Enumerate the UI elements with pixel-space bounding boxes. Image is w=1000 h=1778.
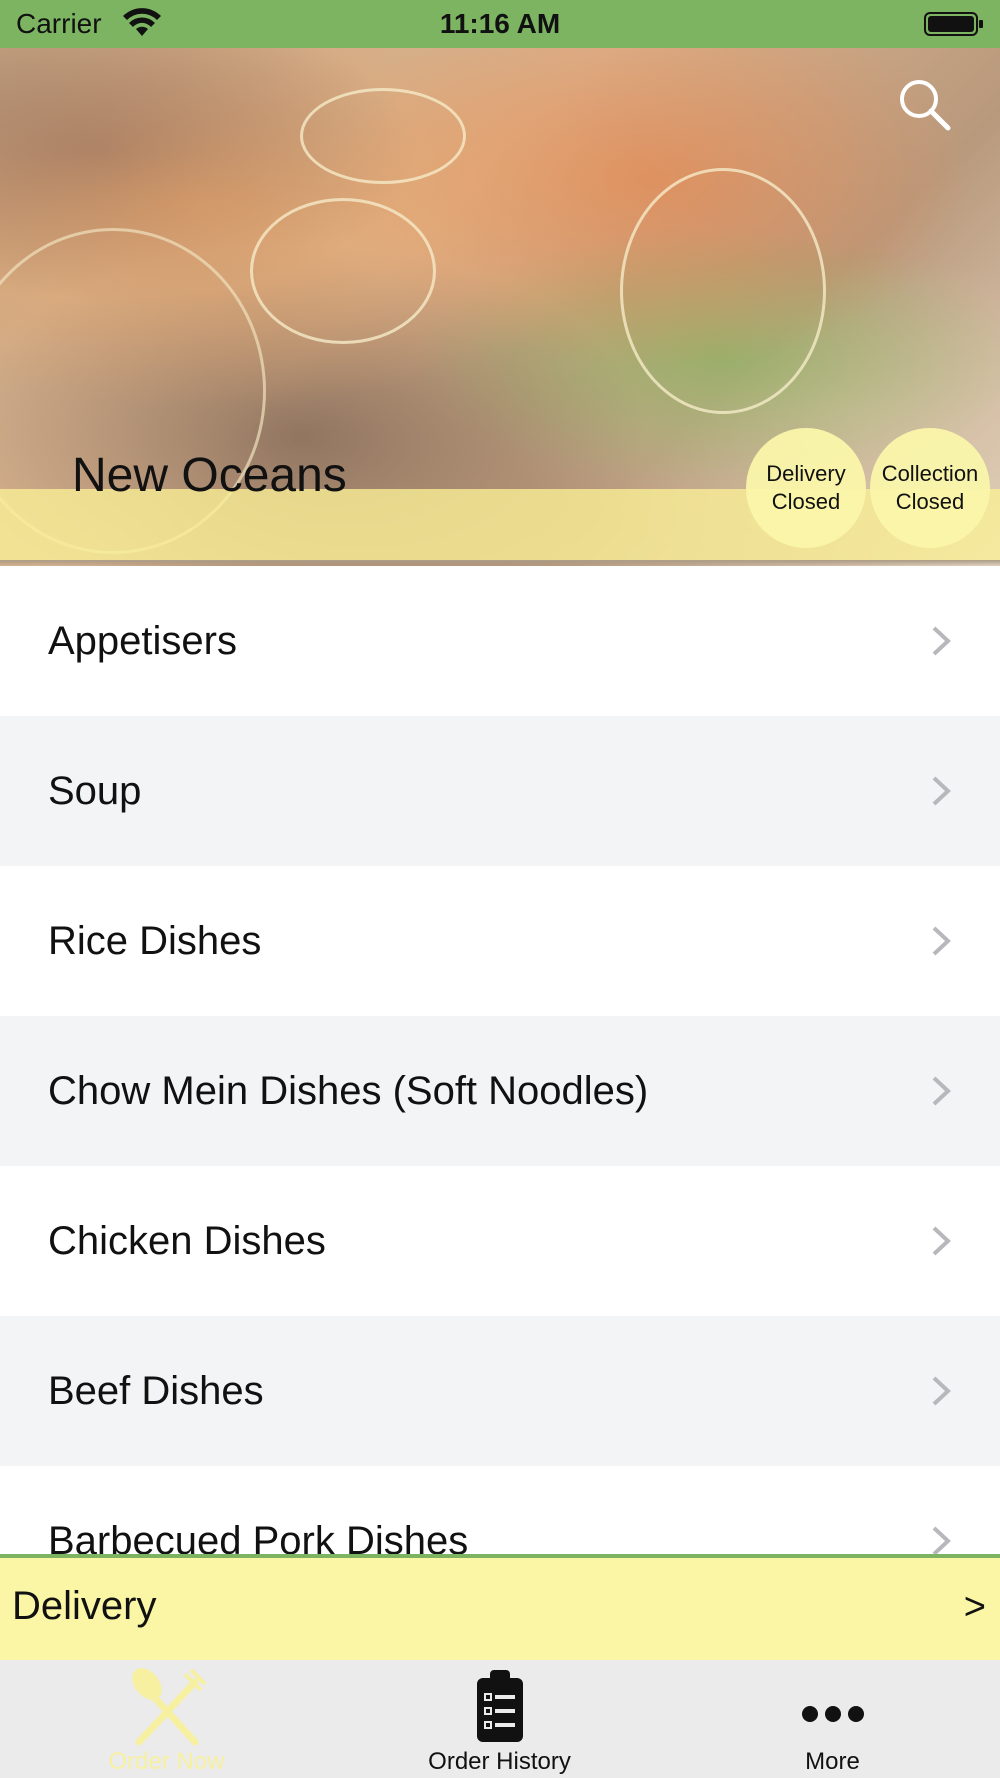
menu-category-label: Chow Mein Dishes (Soft Noodles) bbox=[48, 1068, 649, 1113]
restaurant-name: New Oceans bbox=[72, 449, 347, 502]
menu-category-label: Chicken Dishes bbox=[48, 1218, 326, 1263]
menu-category-chow-mein[interactable]: Chow Mein Dishes (Soft Noodles) bbox=[0, 1016, 1000, 1166]
menu-category-soup[interactable]: Soup bbox=[0, 716, 1000, 866]
clipboard-list-icon bbox=[476, 1670, 523, 1742]
delivery-status-badge: Delivery Closed bbox=[746, 428, 866, 548]
chevron-right-icon bbox=[932, 626, 951, 656]
chevron-right-icon bbox=[932, 926, 951, 956]
more-dots-icon bbox=[801, 1706, 864, 1722]
tab-label: Order History bbox=[428, 1748, 571, 1775]
chevron-right-icon bbox=[932, 1376, 951, 1406]
tab-order-history[interactable]: Order History bbox=[333, 1660, 666, 1778]
fork-knife-icon bbox=[131, 1668, 206, 1746]
menu-category-label: Beef Dishes bbox=[48, 1368, 264, 1413]
status-bar: Carrier 11:16 AM bbox=[0, 0, 1000, 48]
menu-category-appetisers[interactable]: Appetisers bbox=[0, 566, 1000, 716]
delivery-status-title: Delivery bbox=[766, 461, 846, 486]
chevron-right-icon bbox=[932, 1076, 951, 1106]
collection-status-badge: Collection Closed bbox=[870, 428, 990, 548]
collection-status-value: Closed bbox=[895, 489, 965, 514]
delivery-status-value: Closed bbox=[771, 489, 841, 514]
chevron-right-icon bbox=[932, 1526, 951, 1554]
chevron-right-icon bbox=[932, 776, 951, 806]
menu-category-label: Appetisers bbox=[48, 618, 237, 663]
tab-bar: Order Now Order History More bbox=[0, 1660, 1000, 1778]
menu-category-rice-dishes[interactable]: Rice Dishes bbox=[0, 866, 1000, 1016]
tab-order-now[interactable]: Order Now bbox=[0, 1660, 333, 1778]
collection-status-title: Collection bbox=[881, 461, 979, 486]
menu-category-list[interactable]: Appetisers Soup Rice Dishes Chow Mein Di… bbox=[0, 566, 1000, 1554]
chevron-right-icon bbox=[932, 1226, 951, 1256]
search-icon[interactable] bbox=[896, 76, 952, 132]
menu-category-chicken-dishes[interactable]: Chicken Dishes bbox=[0, 1166, 1000, 1316]
order-mode-label: Delivery bbox=[12, 1584, 157, 1628]
tab-label: Order Now bbox=[108, 1748, 225, 1775]
order-mode-bar[interactable]: Delivery > bbox=[0, 1554, 1000, 1660]
tab-label: More bbox=[805, 1748, 860, 1775]
clock-time: 11:16 AM bbox=[439, 8, 561, 39]
menu-category-label: Barbecued Pork Dishes bbox=[48, 1518, 469, 1555]
menu-category-barbecued-pork[interactable]: Barbecued Pork Dishes bbox=[0, 1466, 1000, 1554]
tab-more[interactable]: More bbox=[666, 1660, 999, 1778]
battery-icon bbox=[924, 12, 983, 36]
order-mode-arrow: > bbox=[963, 1586, 986, 1628]
menu-category-label: Soup bbox=[48, 768, 142, 813]
menu-category-label: Rice Dishes bbox=[48, 918, 262, 963]
menu-category-beef-dishes[interactable]: Beef Dishes bbox=[0, 1316, 1000, 1466]
